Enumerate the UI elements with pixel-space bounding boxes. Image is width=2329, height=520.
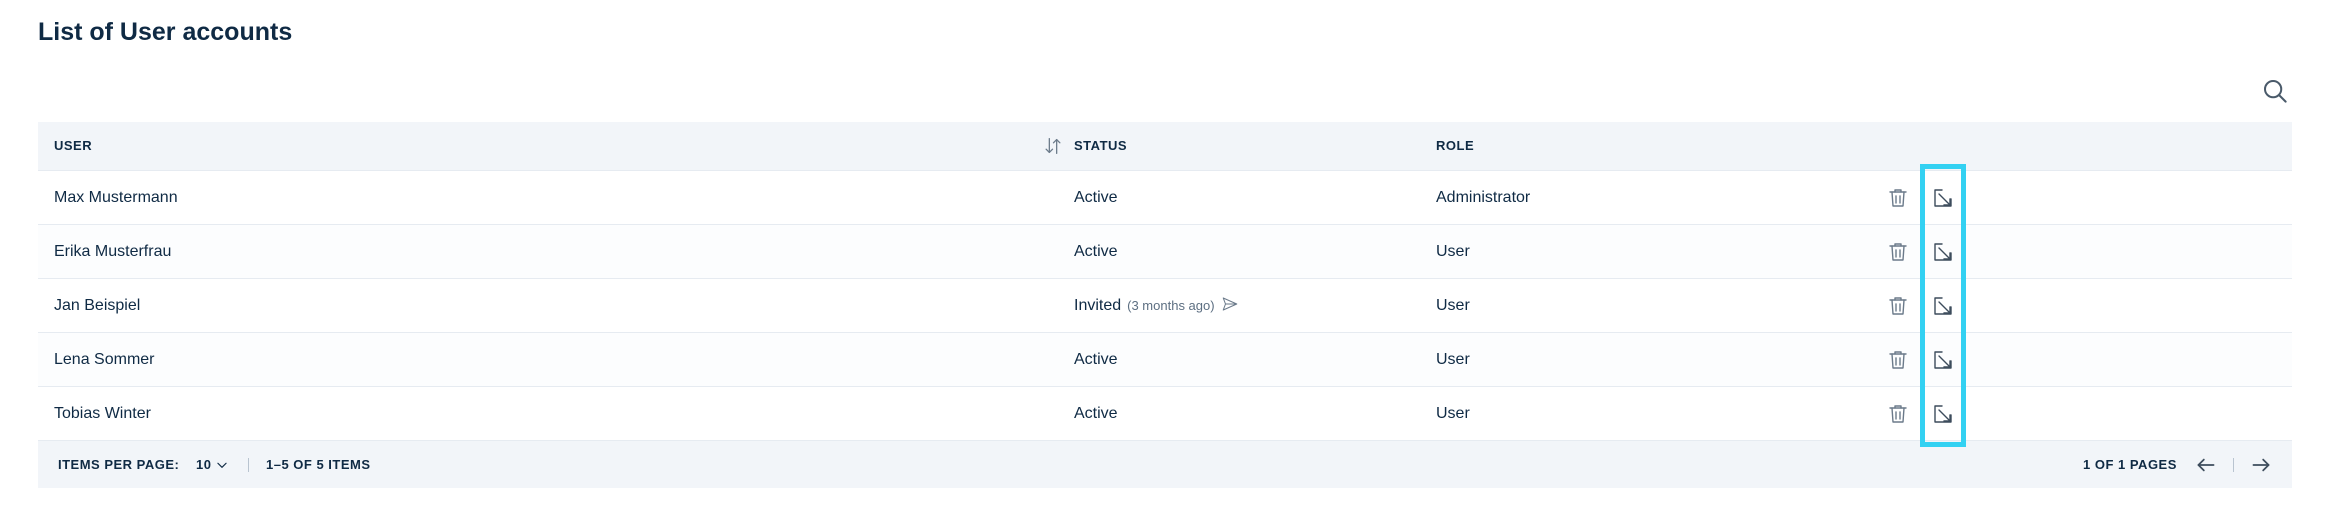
table-header: USER STATUS ROLE	[38, 122, 2292, 170]
edit-icon[interactable]	[1931, 240, 1955, 264]
column-header-status[interactable]: STATUS	[1074, 122, 1127, 170]
status-cell: Active	[1074, 171, 1118, 225]
role-cell: Administrator	[1436, 189, 1531, 206]
status-cell: Invited (3 months ago)	[1074, 279, 1239, 333]
table-row: Erika Musterfrau Active User	[38, 224, 2292, 278]
role-cell: User	[1436, 351, 1470, 368]
edit-icon[interactable]	[1931, 348, 1955, 372]
status-cell: Active	[1074, 387, 1118, 441]
send-icon[interactable]	[1221, 295, 1239, 313]
page-title: List of User accounts	[38, 18, 293, 46]
status-text: Invited	[1074, 297, 1122, 314]
trash-icon[interactable]	[1886, 294, 1910, 318]
user-accounts-table: USER STATUS ROLE Max Mustermann Active A…	[38, 122, 2292, 488]
user-name: Lena Sommer	[54, 351, 155, 368]
role-cell: User	[1436, 297, 1470, 314]
items-range: 1–5 OF 5 ITEMS	[266, 457, 371, 472]
items-per-page-value: 10	[196, 457, 212, 472]
table-row: Lena Sommer Active User	[38, 332, 2292, 386]
trash-icon[interactable]	[1886, 186, 1910, 210]
trash-icon[interactable]	[1886, 348, 1910, 372]
edit-icon[interactable]	[1931, 186, 1955, 210]
edit-icon[interactable]	[1931, 294, 1955, 318]
arrow-right-icon[interactable]	[2248, 452, 2274, 478]
role-cell: User	[1436, 405, 1470, 422]
status-cell: Active	[1074, 225, 1118, 279]
status-text: Active	[1074, 243, 1118, 260]
items-per-page-label: ITEMS PER PAGE:	[58, 457, 180, 472]
chevron-down-icon	[215, 458, 229, 472]
trash-icon[interactable]	[1886, 240, 1910, 264]
user-name: Max Mustermann	[54, 189, 178, 206]
column-header-role[interactable]: ROLE	[1436, 122, 1474, 170]
user-name: Erika Musterfrau	[54, 243, 172, 260]
table-footer: ITEMS PER PAGE: 10 1–5 OF 5 ITEMS 1 OF 1…	[38, 440, 2292, 488]
sort-icon[interactable]	[1042, 135, 1064, 157]
status-text: Active	[1074, 189, 1118, 206]
user-name: Tobias Winter	[54, 405, 151, 422]
role-cell: User	[1436, 243, 1470, 260]
table-row: Jan Beispiel Invited (3 months ago) User	[38, 278, 2292, 332]
items-per-page-select[interactable]: 10	[196, 441, 229, 488]
table-row: Max Mustermann Active Administrator	[38, 170, 2292, 224]
page-indicator: 1 OF 1 PAGES	[2083, 457, 2177, 472]
arrow-left-icon[interactable]	[2193, 452, 2219, 478]
trash-icon[interactable]	[1886, 402, 1910, 426]
divider	[2233, 458, 2234, 472]
user-name: Jan Beispiel	[54, 297, 141, 314]
status-text: Active	[1074, 351, 1118, 368]
column-header-user[interactable]: USER	[54, 122, 92, 170]
search-icon[interactable]	[2260, 76, 2290, 106]
divider	[248, 458, 249, 472]
table-row: Tobias Winter Active User	[38, 386, 2292, 440]
status-note: (3 months ago)	[1127, 298, 1215, 313]
table-body: Max Mustermann Active Administrator Erik…	[38, 170, 2292, 440]
edit-icon[interactable]	[1931, 402, 1955, 426]
status-cell: Active	[1074, 333, 1118, 387]
status-text: Active	[1074, 405, 1118, 422]
